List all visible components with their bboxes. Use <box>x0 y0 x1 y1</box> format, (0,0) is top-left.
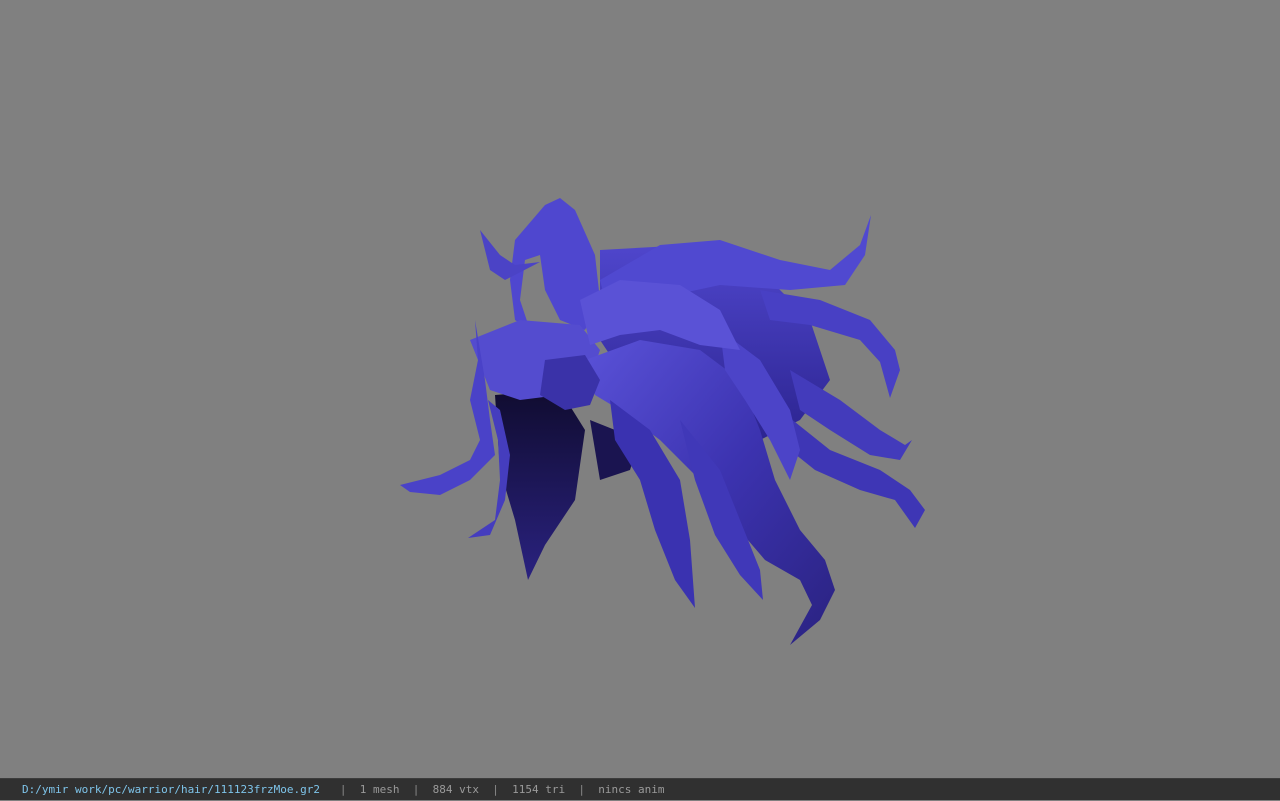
status-separator: | <box>339 783 347 796</box>
mesh-count: 1 mesh <box>359 783 400 796</box>
status-separator: | <box>492 783 499 796</box>
status-bar: D:/ymir work/pc/warrior/hair/111123frzMo… <box>0 778 1280 800</box>
file-path: D:/ymir work/pc/warrior/hair/111123frzMo… <box>22 783 321 796</box>
animation-status: nincs anim <box>598 783 665 796</box>
3d-viewport[interactable] <box>0 0 1280 778</box>
vertex-count: 884 vtx <box>432 783 479 796</box>
hair-inner-shadow <box>495 390 585 580</box>
status-separator: | <box>412 783 420 796</box>
status-separator: | <box>578 783 585 796</box>
hair-mesh-model <box>400 198 925 645</box>
triangle-count: 1154 tri <box>512 783 566 796</box>
